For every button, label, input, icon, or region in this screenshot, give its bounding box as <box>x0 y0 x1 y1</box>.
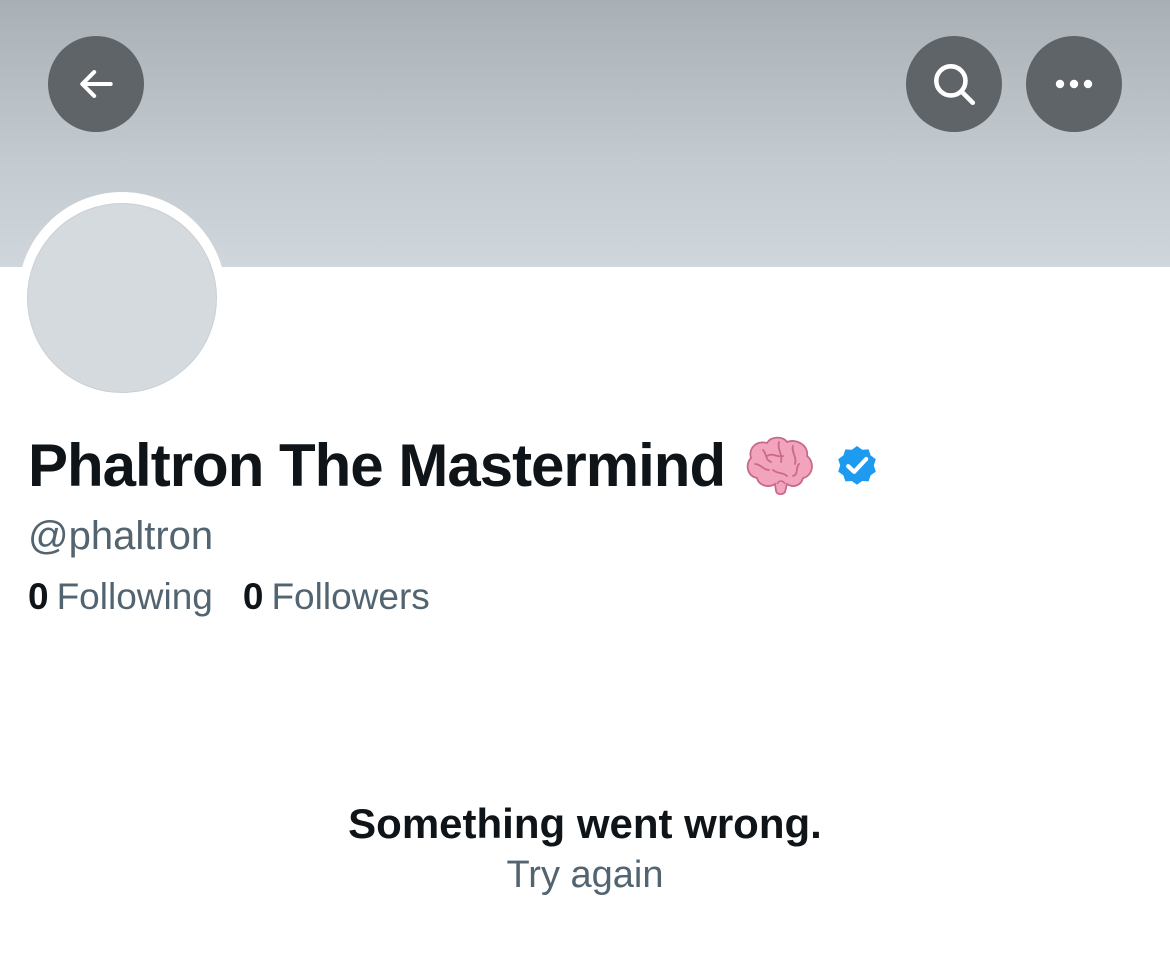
display-name: Phaltron The Mastermind <box>28 431 726 499</box>
verified-badge-icon[interactable] <box>833 441 881 489</box>
avatar[interactable] <box>27 203 217 393</box>
arrow-left-icon <box>74 62 118 106</box>
brain-icon <box>743 434 815 496</box>
back-button[interactable] <box>48 36 144 132</box>
retry-container: Try again <box>0 854 1170 897</box>
following-label: Following <box>56 576 213 617</box>
search-icon <box>929 59 979 109</box>
followers-label: Followers <box>271 576 430 617</box>
following-link[interactable]: 0 Following <box>28 576 213 618</box>
try-again-button[interactable]: Try again <box>507 854 664 896</box>
profile-name-row: Phaltron The Mastermind <box>28 428 881 502</box>
more-horizontal-icon <box>1052 78 1096 90</box>
following-count: 0 <box>28 576 49 617</box>
followers-link[interactable]: 0 Followers <box>243 576 430 618</box>
more-button[interactable] <box>1026 36 1122 132</box>
profile-stats: 0 Following 0 Followers <box>28 576 430 618</box>
followers-count: 0 <box>242 576 264 617</box>
profile-handle: @phaltron <box>28 514 214 558</box>
error-message: Something went wrong. <box>348 800 822 847</box>
search-button[interactable] <box>906 36 1002 132</box>
